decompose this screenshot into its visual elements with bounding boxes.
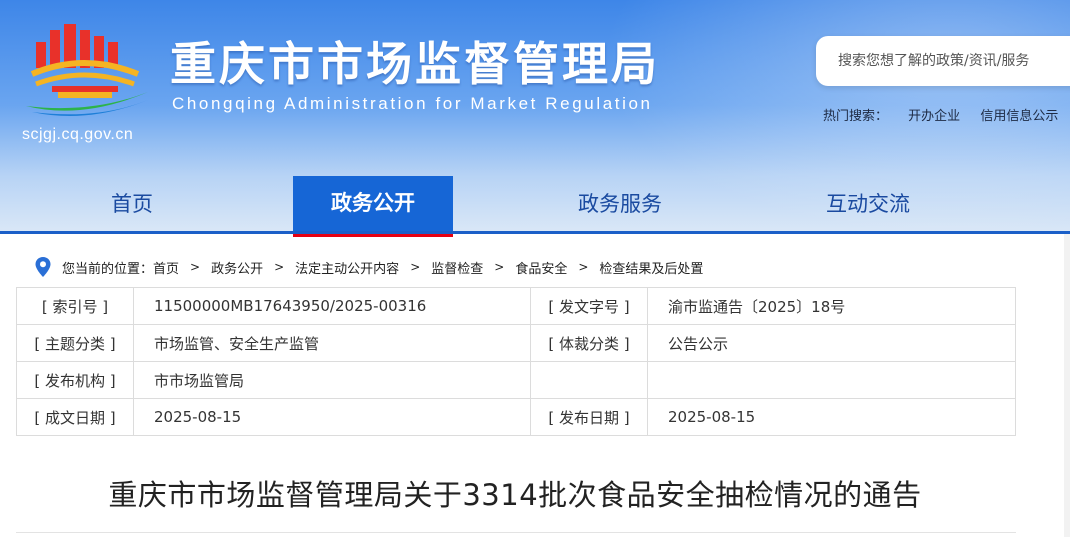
meta-key-empty (530, 361, 648, 399)
meta-value-publish-date: 2025-08-15 (647, 398, 1016, 436)
breadcrumb-statutory-disclosure[interactable]: 法定主动公开内容 (295, 258, 399, 277)
meta-key-genre: [ 体裁分类 ] (530, 324, 648, 362)
hot-search-label: 热门搜索： (823, 109, 889, 124)
breadcrumb-prefix: 您当前的位置： (62, 261, 154, 277)
nav-item-interaction[interactable]: 互动交流 (788, 176, 948, 234)
page-scrollbar[interactable] (1064, 234, 1070, 537)
breadcrumb-separator: > (494, 260, 505, 274)
meta-value-empty (647, 361, 1016, 399)
breadcrumb-food-safety[interactable]: 食品安全 (515, 258, 567, 277)
breadcrumb-inspection-results[interactable]: 检查结果及后处置 (599, 258, 703, 277)
hot-search: 热门搜索： 开办企业 信用信息公示 (823, 105, 1066, 124)
site-title-english: Chongqing Administration for Market Regu… (172, 94, 653, 113)
meta-value-topic: 市场监管、安全生产监管 (133, 324, 531, 362)
breadcrumb-government-affairs[interactable]: 政务公开 (211, 258, 263, 277)
meta-value-genre: 公告公示 (647, 324, 1016, 362)
hot-search-link-credit-info[interactable]: 信用信息公示 (980, 109, 1058, 124)
meta-key-index-number: [ 索引号 ] (16, 287, 134, 325)
hot-search-link-open-business[interactable]: 开办企业 (908, 109, 960, 124)
document-meta-table: [ 索引号 ] 11500000MB17643950/2025-00316 [ … (16, 287, 1016, 436)
search-box (816, 36, 1070, 86)
breadcrumb-separator: > (274, 260, 285, 274)
breadcrumb: 您当前的位置： 首页 > 政务公开 > 法定主动公开内容 > 监督检查 > 食品… (34, 256, 703, 278)
site-url: scjgj.cq.gov.cn (22, 126, 134, 143)
nav-item-government-affairs[interactable]: 政务公开 (293, 176, 453, 237)
meta-value-document-number: 渝市监通告〔2025〕18号 (647, 287, 1016, 325)
meta-key-written-date: [ 成文日期 ] (16, 398, 134, 436)
location-pin-icon (35, 257, 51, 277)
main-nav: 首页 政务公开 政务服务 互动交流 (0, 176, 1070, 237)
site-title: 重庆市市场监督管理局 (170, 37, 660, 91)
breadcrumb-separator: > (410, 260, 421, 274)
table-row: [ 发布机构 ] 市市场监管局 (16, 361, 1016, 399)
site-logo[interactable] (22, 22, 152, 122)
article-title: 重庆市市场监督管理局关于3314批次食品安全抽检情况的通告 (108, 478, 922, 512)
breadcrumb-supervision[interactable]: 监督检查 (431, 258, 483, 277)
meta-key-document-number: [ 发文字号 ] (530, 287, 648, 325)
meta-key-publish-date: [ 发布日期 ] (530, 398, 648, 436)
meta-value-index-number: 11500000MB17643950/2025-00316 (133, 287, 531, 325)
table-row: [ 成文日期 ] 2025-08-15 [ 发布日期 ] 2025-08-15 (16, 398, 1016, 436)
breadcrumb-separator: > (578, 260, 589, 274)
meta-value-publisher: 市市场监管局 (133, 361, 531, 399)
nav-divider (0, 231, 1070, 234)
meta-key-topic: [ 主题分类 ] (16, 324, 134, 362)
table-row: [ 索引号 ] 11500000MB17643950/2025-00316 [ … (16, 287, 1016, 325)
table-row: [ 主题分类 ] 市场监管、安全生产监管 [ 体裁分类 ] 公告公示 (16, 324, 1016, 362)
meta-key-publisher: [ 发布机构 ] (16, 361, 134, 399)
breadcrumb-home[interactable]: 首页 (153, 258, 179, 277)
nav-item-home[interactable]: 首页 (52, 176, 212, 234)
title-divider (16, 532, 1016, 533)
meta-value-written-date: 2025-08-15 (133, 398, 531, 436)
nav-item-government-services[interactable]: 政务服务 (540, 176, 700, 234)
breadcrumb-separator: > (190, 260, 201, 274)
search-input[interactable] (816, 36, 1070, 86)
